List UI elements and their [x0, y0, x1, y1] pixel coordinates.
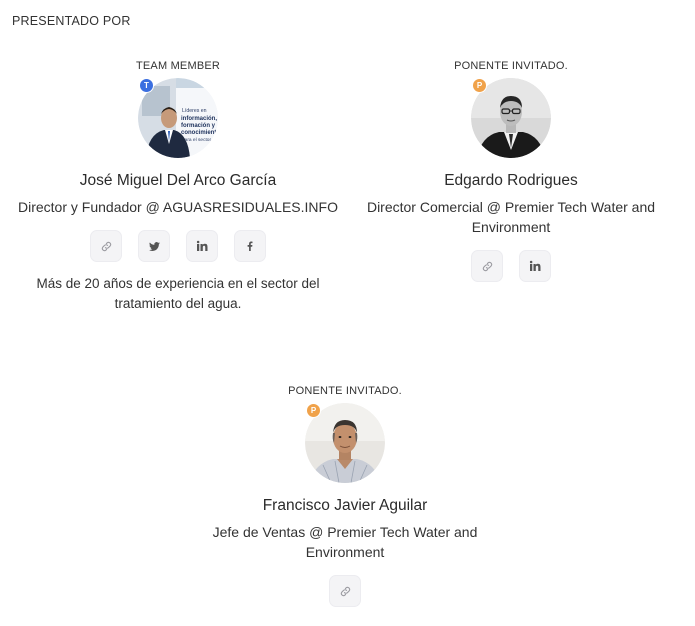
speaker-role: PONENTE INVITADO.	[454, 60, 568, 72]
linkedin-link-button[interactable]	[186, 230, 218, 262]
linkedin-link-button[interactable]	[519, 250, 551, 282]
linkedin-icon	[529, 260, 541, 271]
link-icon	[101, 241, 111, 251]
speaker-bio-text: Más de 20 años de experiencia en el sect…	[36, 276, 320, 311]
facebook-icon	[247, 241, 253, 251]
website-link-button[interactable]	[471, 250, 503, 282]
social-links	[90, 230, 266, 262]
speaker-bio: Más de 20 años de experiencia en el sect…	[18, 274, 338, 314]
speaker-avatar-container: P	[471, 78, 551, 158]
speaker-avatar-container: Líderes en información, formación y cono…	[138, 78, 218, 158]
guest-badge: P	[306, 403, 321, 418]
speaker-card-edgardo: PONENTE INVITADO. P Edgardo Rodrigues Di…	[341, 59, 681, 282]
speaker-name: Edgardo Rodrigues	[444, 172, 578, 189]
twitter-link-button[interactable]	[138, 230, 170, 262]
team-badge: T	[139, 78, 154, 93]
website-link-button[interactable]	[329, 575, 361, 607]
svg-text:formación y: formación y	[181, 123, 216, 129]
speaker-card-francisco: PONENTE INVITADO. P Francisco Javier Agu…	[175, 384, 515, 607]
link-icon	[482, 261, 492, 271]
facebook-link-button[interactable]	[234, 230, 266, 262]
social-links	[329, 575, 361, 607]
guest-badge: P	[472, 78, 487, 93]
linkedin-icon	[196, 240, 208, 251]
speaker-title: Director Comercial @ Premier Tech Water …	[366, 199, 656, 235]
speaker-title: Director y Fundador @ AGUASRESIDUALES.IN…	[18, 199, 338, 215]
social-links	[471, 250, 551, 282]
speaker-title: Jefe de Ventas @ Premier Tech Water and …	[212, 524, 478, 560]
website-link-button[interactable]	[90, 230, 122, 262]
svg-text:Líderes en: Líderes en	[182, 108, 207, 114]
link-icon	[340, 586, 350, 596]
section-title: PRESENTADO POR	[12, 14, 131, 28]
speaker-avatar-container: P	[305, 403, 385, 483]
speaker-role: TEAM MEMBER	[135, 60, 221, 72]
svg-text:información,: información,	[181, 116, 217, 122]
svg-text:conocimiento: conocimiento	[181, 130, 218, 136]
speaker-role: PONENTE INVITADO.	[288, 385, 402, 397]
speaker-card-jose-miguel: TEAM MEMBER Líderes en información, form…	[8, 59, 348, 314]
speaker-name: José Miguel Del Arco García	[79, 172, 277, 189]
speaker-name: Francisco Javier Aguilar	[262, 497, 428, 514]
twitter-icon	[148, 241, 160, 251]
